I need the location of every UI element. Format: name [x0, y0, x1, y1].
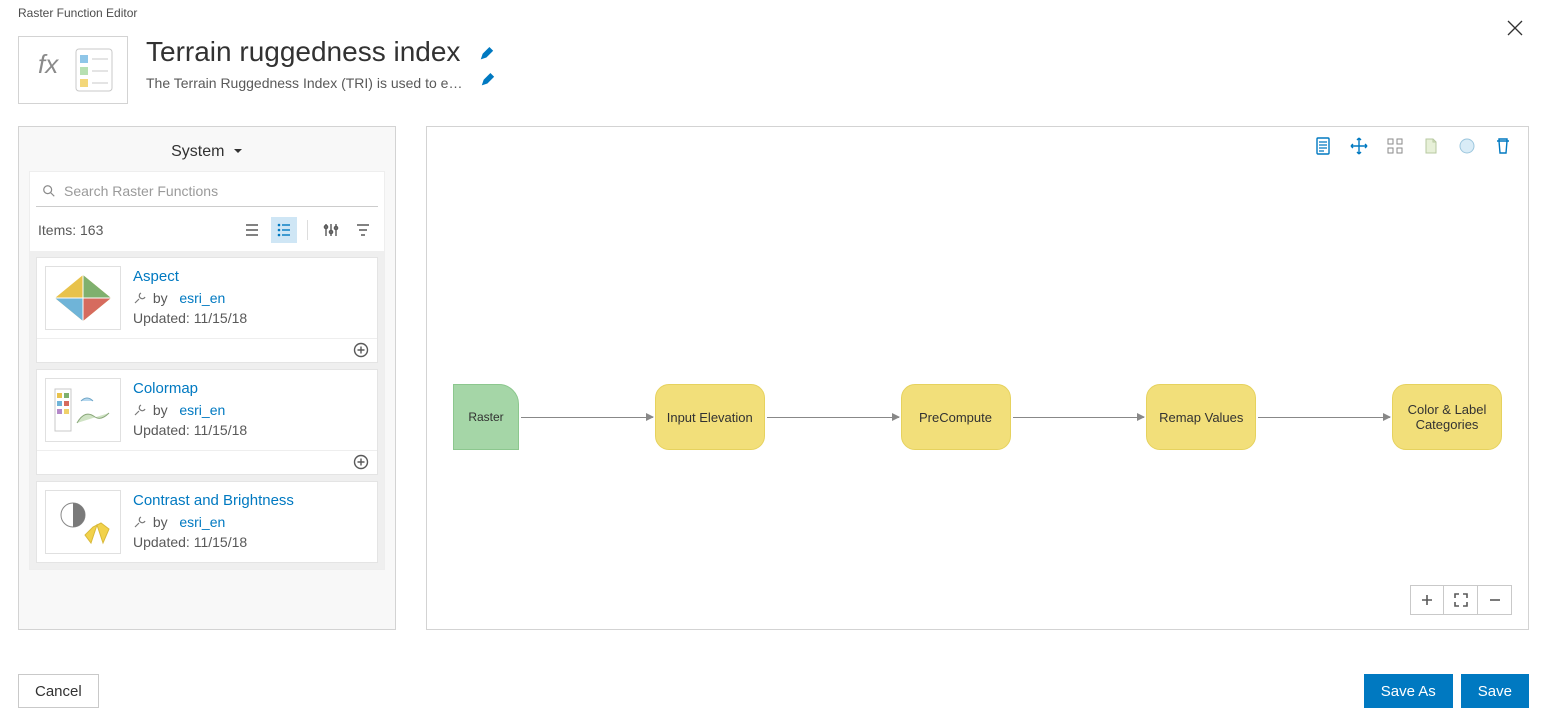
function-name-link[interactable]: Contrast and Brightness	[133, 490, 294, 512]
node-raster[interactable]: Raster	[453, 384, 519, 450]
tools-icon	[133, 291, 147, 305]
function-thumb	[45, 378, 121, 442]
zoom-fit-button[interactable]	[1444, 585, 1478, 615]
node-remap-values[interactable]: Remap Values	[1146, 384, 1256, 450]
colormap-icon	[51, 383, 115, 437]
items-count: Items: 163	[38, 222, 103, 238]
properties-button[interactable]	[1314, 137, 1332, 155]
add-raster-button[interactable]	[1422, 137, 1440, 155]
page-title: Terrain ruggedness index	[146, 36, 460, 68]
node-label: PreCompute	[919, 410, 992, 425]
node-input-elevation[interactable]: Input Elevation	[655, 384, 765, 450]
filter-lines-icon	[355, 222, 371, 238]
save-as-button[interactable]: Save As	[1364, 674, 1453, 708]
pencil-icon	[480, 72, 496, 88]
auto-layout-button[interactable]	[1386, 137, 1404, 155]
function-name-link[interactable]: Aspect	[133, 266, 247, 288]
pencil-icon	[479, 46, 495, 62]
cancel-button[interactable]: Cancel	[18, 674, 99, 708]
category-label: System	[171, 143, 224, 160]
edge	[1013, 417, 1145, 418]
fx-icon: fx	[28, 43, 118, 97]
move-icon	[1350, 137, 1368, 155]
expand-icon	[1453, 592, 1469, 608]
node-label: Input Elevation	[667, 410, 753, 425]
category-dropdown[interactable]: System	[19, 127, 395, 171]
window-label: Raster Function Editor	[18, 6, 137, 20]
list-lines-icon	[244, 222, 260, 238]
chevron-down-icon	[233, 143, 243, 161]
zoom-in-button[interactable]	[1410, 585, 1444, 615]
plus-circle-icon	[353, 454, 369, 470]
tools-icon	[133, 403, 147, 417]
function-canvas[interactable]: Raster Input Elevation PreCompute Remap …	[426, 126, 1529, 630]
sort-adjust-button[interactable]	[318, 217, 344, 243]
document-icon	[1314, 137, 1332, 155]
function-thumb	[45, 490, 121, 554]
edge	[767, 417, 899, 418]
tools-icon	[133, 515, 147, 529]
updated-label: Updated: 11/15/18	[133, 420, 247, 440]
by-label: by	[153, 402, 168, 418]
pan-button[interactable]	[1350, 137, 1368, 155]
delete-button[interactable]	[1494, 137, 1512, 155]
page-subtitle: The Terrain Ruggedness Index (TRI) is us…	[146, 75, 466, 91]
add-scalar-button[interactable]	[1458, 137, 1476, 155]
sliders-icon	[323, 222, 339, 238]
close-icon	[1505, 18, 1525, 38]
owner-link[interactable]: esri_en	[179, 402, 225, 418]
contrast-brightness-icon	[51, 495, 115, 549]
add-function-button[interactable]	[353, 342, 369, 363]
by-label: by	[153, 290, 168, 306]
template-thumbnail: fx	[18, 36, 128, 104]
edge	[1258, 417, 1390, 418]
function-thumb	[45, 266, 121, 330]
function-name-link[interactable]: Colormap	[133, 378, 247, 400]
function-card: Aspect by esri_en Updated: 11/15/18	[36, 257, 378, 363]
owner-link[interactable]: esri_en	[179, 290, 225, 306]
function-list-panel: System Items: 163	[18, 126, 396, 630]
minus-icon	[1487, 592, 1503, 608]
function-card: Contrast and Brightness by esri_en Updat…	[36, 481, 378, 563]
list-bullets-icon	[276, 222, 292, 238]
by-label: by	[153, 514, 168, 530]
edge	[521, 417, 653, 418]
node-label: Raster	[468, 410, 503, 424]
search-input[interactable]	[62, 182, 372, 200]
add-page-icon	[1422, 137, 1440, 155]
view-list-detailed-button[interactable]	[271, 217, 297, 243]
updated-label: Updated: 11/15/18	[133, 532, 294, 552]
view-list-compact-button[interactable]	[239, 217, 265, 243]
function-card: Colormap by esri_en Updated: 11/15/18	[36, 369, 378, 475]
node-label: Color & Label Categories	[1401, 402, 1493, 432]
zoom-out-button[interactable]	[1478, 585, 1512, 615]
node-label: Remap Values	[1159, 410, 1243, 425]
node-precompute[interactable]: PreCompute	[901, 384, 1011, 450]
updated-label: Updated: 11/15/18	[133, 308, 247, 328]
edit-subtitle-button[interactable]	[480, 72, 496, 93]
save-button[interactable]: Save	[1461, 674, 1529, 708]
add-circle-icon	[1458, 137, 1476, 155]
trash-icon	[1494, 137, 1512, 155]
search-icon	[42, 184, 56, 198]
plus-icon	[1419, 592, 1435, 608]
svg-text:fx: fx	[38, 49, 59, 79]
search-field[interactable]	[36, 176, 378, 207]
filter-button[interactable]	[350, 217, 376, 243]
node-color-label-categories[interactable]: Color & Label Categories	[1392, 384, 1502, 450]
grid-icon	[1386, 137, 1404, 155]
aspect-icon	[51, 271, 115, 325]
add-function-button[interactable]	[353, 454, 369, 475]
edit-title-button[interactable]	[479, 46, 495, 67]
plus-circle-icon	[353, 342, 369, 358]
owner-link[interactable]: esri_en	[179, 514, 225, 530]
